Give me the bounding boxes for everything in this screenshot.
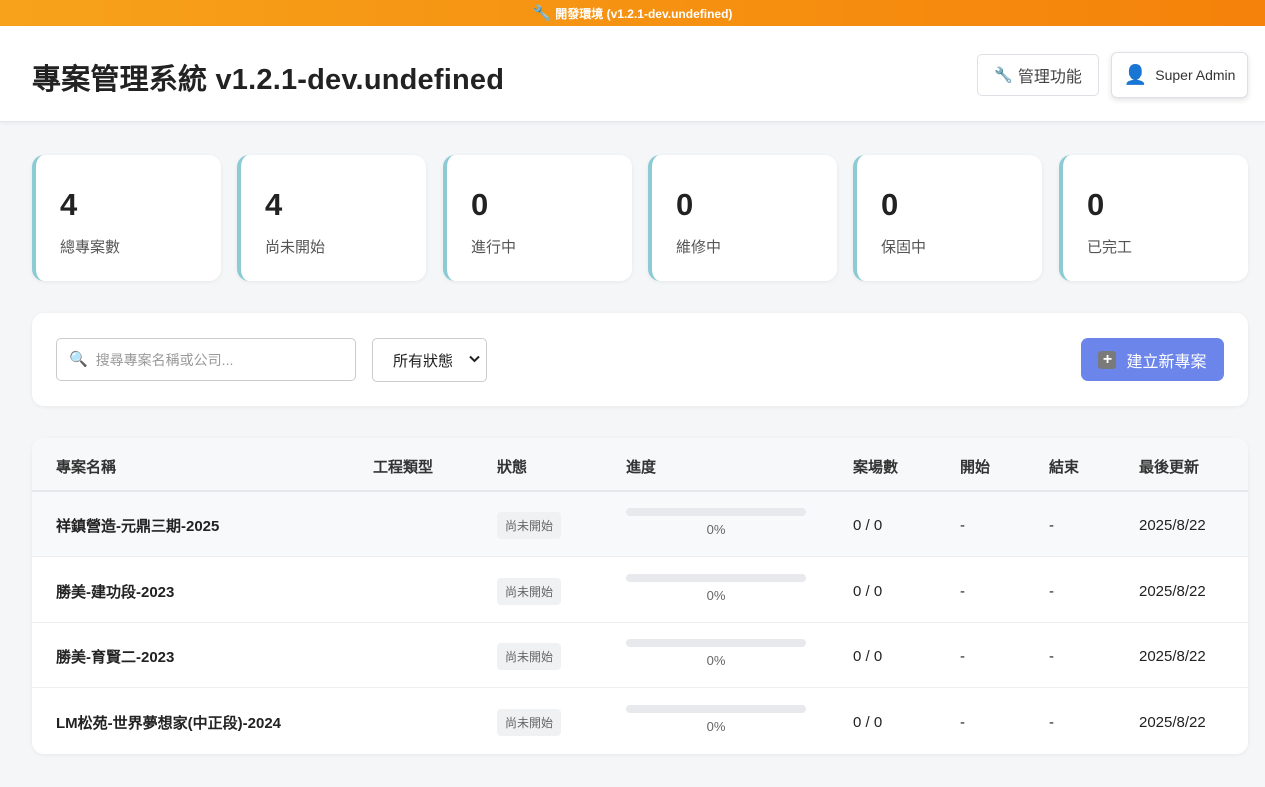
table-header: 專案名稱 工程類型 狀態 進度 案場數 開始 結束 最後更新 <box>32 438 1248 492</box>
stat-card-in-progress: 0 進行中 <box>443 155 632 281</box>
stat-value: 4 <box>60 187 78 222</box>
column-header-updated[interactable]: 最後更新 <box>1139 456 1199 477</box>
last-updated: 2025/8/22 <box>1139 648 1206 665</box>
app-header: 專案管理系統 v1.2.1-dev.undefined 🔧 管理功能 👤 Sup… <box>0 26 1265 122</box>
progress-bar <box>626 639 806 647</box>
column-header-status[interactable]: 狀態 <box>497 456 527 477</box>
start-date: - <box>960 517 965 534</box>
last-updated: 2025/8/22 <box>1139 583 1206 600</box>
search-box[interactable]: 🔍 <box>56 338 356 381</box>
admin-functions-button[interactable]: 🔧 管理功能 <box>977 54 1099 96</box>
search-icon: 🔍 <box>69 351 88 368</box>
stat-label: 已完工 <box>1087 239 1133 256</box>
last-updated: 2025/8/22 <box>1139 517 1206 534</box>
site-count: 0 / 0 <box>853 517 883 534</box>
status-badge: 尚未開始 <box>497 578 562 605</box>
stat-label: 保固中 <box>881 239 927 256</box>
column-header-progress[interactable]: 進度 <box>626 456 656 477</box>
progress-text: 0% <box>706 719 726 734</box>
project-table: 專案名稱 工程類型 狀態 進度 案場數 開始 結束 最後更新 祥鎮營造-元鼎三期… <box>32 438 1248 754</box>
stat-value: 0 <box>676 187 694 222</box>
create-project-label: 建立新專案 <box>1126 353 1207 371</box>
start-date: - <box>960 714 965 731</box>
user-menu-button[interactable]: 👤 Super Admin <box>1111 52 1248 98</box>
stat-card-total: 4 總專案數 <box>32 155 221 281</box>
stat-value: 4 <box>265 187 283 222</box>
end-date: - <box>1049 583 1054 600</box>
stat-value: 0 <box>471 187 489 222</box>
table-row[interactable]: 勝美-育賢二-2023 尚未開始 0% 0 / 0 - - 2025/8/22 <box>32 623 1248 688</box>
progress-bar <box>626 508 806 516</box>
project-name[interactable]: 勝美-育賢二-2023 <box>56 646 174 667</box>
stat-card-maintenance: 0 維修中 <box>648 155 837 281</box>
status-filter-value: 所有狀態 <box>393 352 454 370</box>
column-header-start[interactable]: 開始 <box>960 456 990 477</box>
progress-bar <box>626 705 806 713</box>
progress-text: 0% <box>706 653 726 668</box>
table-row[interactable]: 勝美-建功段-2023 尚未開始 0% 0 / 0 - - 2025/8/22 <box>32 558 1248 623</box>
status-badge: 尚未開始 <box>497 512 562 539</box>
filter-toolbar: 🔍 所有狀態 + 建立新專案 <box>32 313 1248 406</box>
page-title: 專案管理系統 v1.2.1-dev.undefined <box>32 64 505 96</box>
plus-icon: + <box>1098 350 1117 369</box>
stat-label: 尚未開始 <box>265 239 326 256</box>
site-count: 0 / 0 <box>853 583 883 600</box>
wrench-icon: 🔧 <box>532 4 552 22</box>
env-banner-text: 開發環境 (v1.2.1-dev.undefined) <box>555 6 733 21</box>
project-name[interactable]: LM松苑-世界夢想家(中正段)-2024 <box>56 712 281 733</box>
last-updated: 2025/8/22 <box>1139 714 1206 731</box>
site-count: 0 / 0 <box>853 648 883 665</box>
table-row[interactable]: LM松苑-世界夢想家(中正段)-2024 尚未開始 0% 0 / 0 - - 2… <box>32 689 1248 754</box>
column-header-end[interactable]: 結束 <box>1049 456 1079 477</box>
status-badge: 尚未開始 <box>497 709 562 736</box>
status-badge: 尚未開始 <box>497 643 562 670</box>
end-date: - <box>1049 648 1054 665</box>
search-input[interactable] <box>95 351 336 368</box>
stat-label: 進行中 <box>471 239 517 256</box>
user-icon: 👤 <box>1123 65 1148 86</box>
stat-label: 維修中 <box>676 239 722 256</box>
env-banner: 🔧 開發環境 (v1.2.1-dev.undefined) <box>0 0 1265 26</box>
start-date: - <box>960 648 965 665</box>
start-date: - <box>960 583 965 600</box>
admin-functions-label: 管理功能 <box>1017 69 1082 86</box>
user-name: Super Admin <box>1155 67 1236 83</box>
wrench-icon: 🔧 <box>994 66 1013 84</box>
chevron-down-icon <box>469 354 480 366</box>
end-date: - <box>1049 714 1054 731</box>
site-count: 0 / 0 <box>853 714 883 731</box>
stat-card-warranty: 0 保固中 <box>853 155 1042 281</box>
progress-text: 0% <box>706 588 726 603</box>
status-filter-select[interactable]: 所有狀態 <box>372 338 487 382</box>
column-header-type[interactable]: 工程類型 <box>373 456 433 477</box>
create-project-button[interactable]: + 建立新專案 <box>1081 338 1224 381</box>
progress-bar <box>626 574 806 582</box>
project-name[interactable]: 祥鎮營造-元鼎三期-2025 <box>56 515 219 536</box>
end-date: - <box>1049 517 1054 534</box>
column-header-sites[interactable]: 案場數 <box>853 456 898 477</box>
column-header-name[interactable]: 專案名稱 <box>56 456 116 477</box>
progress-text: 0% <box>706 522 726 537</box>
stat-label: 總專案數 <box>60 239 121 256</box>
table-row[interactable]: 祥鎮營造-元鼎三期-2025 尚未開始 0% 0 / 0 - - 2025/8/… <box>32 492 1248 557</box>
stat-value: 0 <box>1087 187 1105 222</box>
stat-card-completed: 0 已完工 <box>1059 155 1248 281</box>
stat-value: 0 <box>881 187 899 222</box>
stat-card-not-started: 4 尚未開始 <box>237 155 426 281</box>
project-name[interactable]: 勝美-建功段-2023 <box>56 581 174 602</box>
